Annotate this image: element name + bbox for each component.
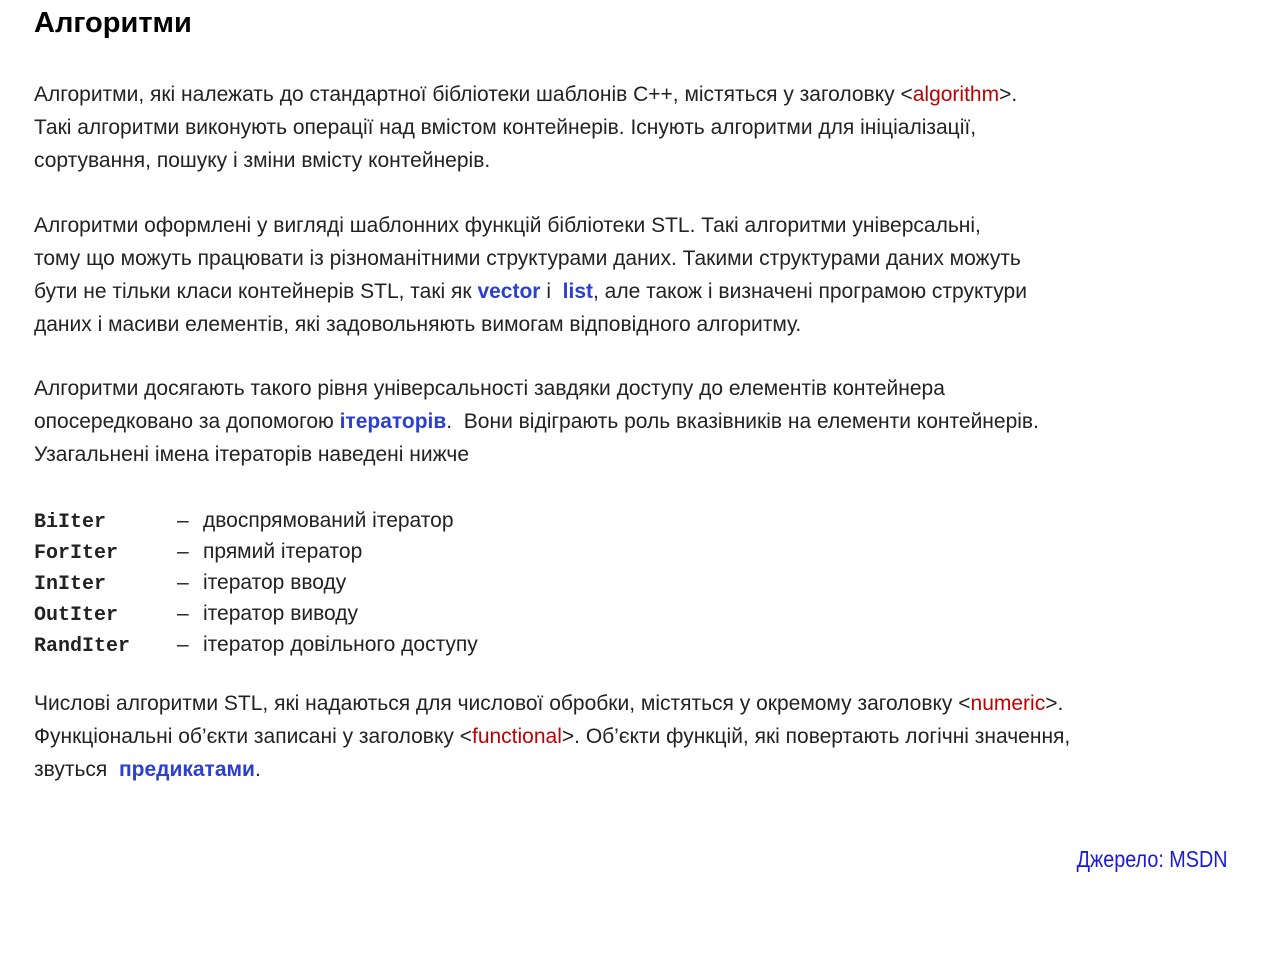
iterator-description: двоспрямований ітератор xyxy=(203,509,454,532)
header-name-functional: functional xyxy=(471,725,562,748)
text-fragment: бути не тільки класи контейнерів STL, та… xyxy=(34,280,478,303)
iterator-row: InIter – ітератор вводу xyxy=(34,567,1254,598)
paragraph-iterators-line-2: опосередковано за допомогою ітераторів. … xyxy=(34,405,1254,438)
iterator-row: BiIter – двоспрямований ітератор xyxy=(34,505,1254,536)
text-fragment: . Вони відіграють роль вказівників на ел… xyxy=(446,410,1039,433)
source-attribution: Джерело: MSDN xyxy=(1077,846,1228,872)
text-fragment: Алгоритми, які належать до стандартної б… xyxy=(34,83,913,106)
paragraph-templates: Алгоритми оформлені у вигляді шаблонних … xyxy=(34,209,1254,341)
text-fragment: опосередковано за допомогою xyxy=(34,410,340,433)
text-fragment: >. Об’єкти функцій, які повертають логіч… xyxy=(561,725,1071,748)
iterator-row: RandIter – ітератор довільного доступу xyxy=(34,629,1254,660)
iterator-name: BiIter xyxy=(34,511,107,534)
iterator-dash: – xyxy=(177,509,189,532)
iterator-row: OutIter – ітератор виводу xyxy=(34,598,1254,629)
iterator-name: InIter xyxy=(34,573,107,596)
iterator-list: BiIter – двоспрямований ітератор ForIter… xyxy=(34,505,1254,660)
text-fragment: і xyxy=(540,280,563,303)
iterator-description: ітератор вводу xyxy=(203,571,347,594)
paragraph-templates-line-1: Алгоритми оформлені у вигляді шаблонних … xyxy=(34,214,981,237)
paragraph-iterators-line-1: Алгоритми досягають такого рівня універс… xyxy=(34,377,945,400)
paragraph-numeric-line-2: Функціональні об’єкти записані у заголов… xyxy=(34,720,1254,753)
paragraph-numeric-line-1: Числові алгоритми STL, які надаються для… xyxy=(34,687,1254,720)
term-iterators: ітераторів xyxy=(339,410,447,433)
document-page: Алгоритми Алгоритми, які належать до ста… xyxy=(34,0,1254,786)
iterator-row: ForIter – прямий ітератор xyxy=(34,536,1254,567)
paragraph-templates-line-2: тому що можуть працювати із різноманітни… xyxy=(34,247,1021,270)
term-predicates: предикатами xyxy=(118,758,255,781)
text-fragment: , але також і визначені програмою структ… xyxy=(593,280,1027,303)
iterator-dash: – xyxy=(177,571,189,594)
paragraph-intro-line-2: Такі алгоритми виконують операції над вм… xyxy=(34,116,977,139)
header-name-algorithm: algorithm xyxy=(912,83,1000,106)
iterator-name: ForIter xyxy=(34,542,119,565)
paragraph-intro-line-3: сортування, пошуку і зміни вмісту контей… xyxy=(34,149,491,172)
paragraph-numeric-line-3: звуться предикатами. xyxy=(34,753,1254,786)
text-fragment: Числові алгоритми STL, які надаються для… xyxy=(34,692,971,715)
iterator-description: прямий ітератор xyxy=(203,540,363,563)
iterator-name: RandIter xyxy=(34,635,131,658)
iterator-dash: – xyxy=(177,540,189,563)
text-fragment: . xyxy=(254,758,261,781)
iterator-description: ітератор виводу xyxy=(203,602,358,625)
text-fragment: >. xyxy=(999,83,1018,106)
text-fragment: звуться xyxy=(34,758,119,781)
paragraph-iterators-line-3: Узагальнені імена ітераторів наведені ни… xyxy=(34,443,470,466)
paragraph-templates-line-3: бути не тільки класи контейнерів STL, та… xyxy=(34,275,1254,308)
iterator-name: OutIter xyxy=(34,604,119,627)
term-list: list xyxy=(562,280,593,303)
text-fragment: Функціональні об’єкти записані у заголов… xyxy=(34,725,472,748)
paragraph-numeric: Числові алгоритми STL, які надаються для… xyxy=(34,687,1254,786)
paragraph-iterators: Алгоритми досягають такого рівня універс… xyxy=(34,372,1254,471)
paragraph-intro: Алгоритми, які належать до стандартної б… xyxy=(34,78,1254,177)
paragraph-intro-line-1: Алгоритми, які належать до стандартної б… xyxy=(34,78,1254,111)
iterator-dash: – xyxy=(177,602,189,625)
term-vector: vector xyxy=(477,280,541,303)
page-title: Алгоритми xyxy=(34,7,192,39)
header-name-numeric: numeric xyxy=(970,692,1046,715)
paragraph-templates-line-4: даних і масиви елементів, які задовольня… xyxy=(34,313,802,336)
iterator-dash: – xyxy=(177,633,189,656)
text-fragment: >. xyxy=(1045,692,1064,715)
iterator-description: ітератор довільного доступу xyxy=(203,633,478,656)
